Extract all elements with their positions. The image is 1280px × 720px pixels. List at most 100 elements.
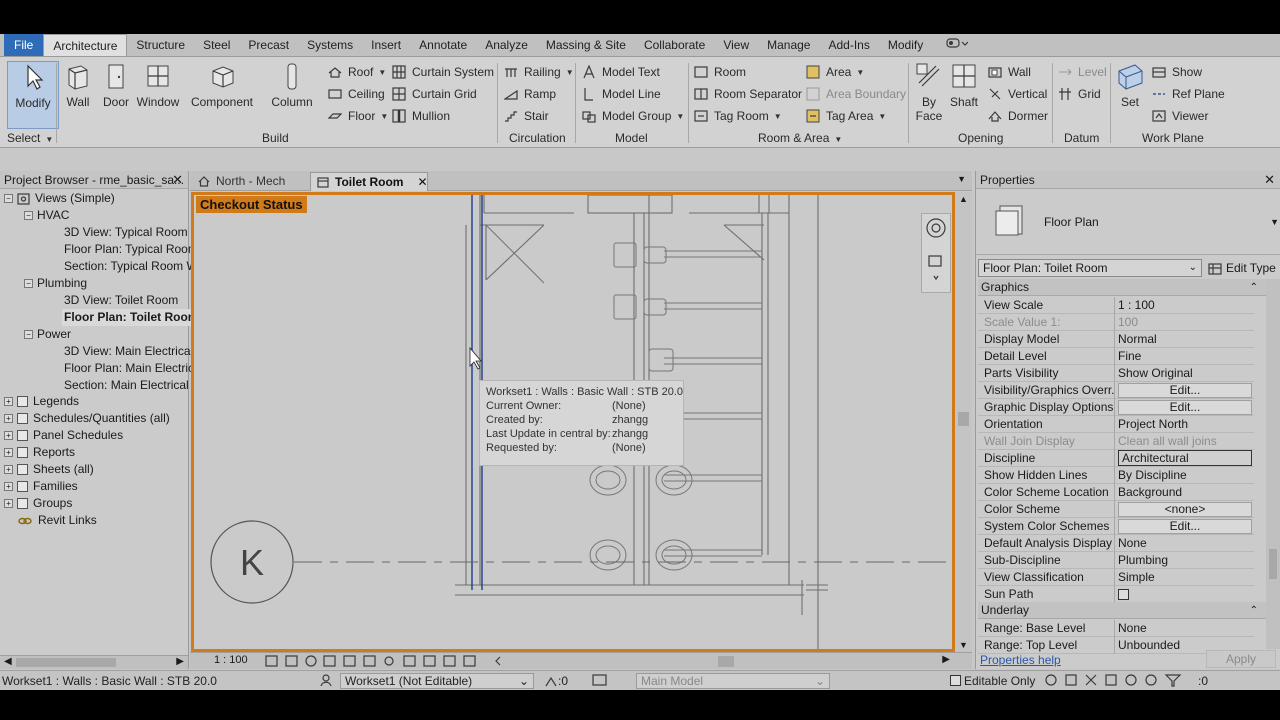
underlay-section-header[interactable]: Underlay ⌃	[978, 602, 1266, 619]
tab-architecture[interactable]: Architecture	[43, 34, 128, 56]
vertical-opening-button[interactable]: Vertical	[988, 85, 1047, 103]
apply-button[interactable]: Apply	[1206, 650, 1276, 668]
curtain-grid-button[interactable]: Curtain Grid	[392, 85, 477, 103]
railing-button[interactable]: Railing ▼	[504, 63, 574, 81]
tree-item-power[interactable]: − Power	[24, 326, 71, 343]
active-workset-dropdown[interactable]: Workset1 (Not Editable) ⌄	[340, 673, 534, 689]
type-dropdown-icon[interactable]: ▼	[1270, 217, 1279, 227]
tag-room-button[interactable]: Tag Room ▼	[694, 107, 782, 125]
collapse-section-icon[interactable]: ⌃	[1250, 602, 1258, 619]
horizontal-scrollbar[interactable]: ◀ ▶	[0, 655, 188, 669]
tree-item-3d-toilet[interactable]: 3D View: Toilet Room	[64, 292, 178, 309]
shaft-button[interactable]: Shaft	[942, 61, 986, 109]
tab-manage[interactable]: Manage	[758, 34, 819, 56]
property-value[interactable]: None	[1118, 535, 1252, 552]
collapse-section-icon[interactable]: ⌃	[1250, 279, 1258, 296]
tab-systems[interactable]: Systems	[298, 34, 362, 56]
property-row[interactable]: Parts Visibility Show Original	[978, 365, 1254, 382]
collapse-icon[interactable]: −	[4, 194, 13, 204]
tab-toilet-room[interactable]: Toilet Room ✕	[310, 172, 428, 191]
tree-item-views[interactable]: − Views (Simple)	[4, 190, 115, 207]
model-group-button[interactable]: Model Group ▼	[582, 107, 684, 125]
view-control-icons[interactable]	[264, 654, 504, 668]
property-row[interactable]: Discipline Architectural	[978, 450, 1254, 467]
tree-item-floor-typical[interactable]: Floor Plan: Typical Room	[64, 241, 198, 258]
scroll-right-icon[interactable]: ▶	[942, 654, 950, 665]
horizontal-scroll-thumb[interactable]	[718, 656, 734, 667]
scroll-thumb[interactable]	[1269, 549, 1277, 579]
select-dropdown[interactable]: Select ▼	[7, 131, 53, 145]
expand-icon[interactable]: +	[4, 499, 13, 509]
tab-collaborate[interactable]: Collaborate	[635, 34, 714, 56]
tab-modify[interactable]: Modify	[879, 34, 932, 56]
tree-item-legends[interactable]: + Legends	[4, 393, 79, 410]
column-button[interactable]: Column	[266, 61, 318, 109]
close-icon[interactable]: ✕	[417, 175, 427, 189]
tab-precast[interactable]: Precast	[239, 34, 298, 56]
ribbon-display-toggle[interactable]	[932, 34, 977, 56]
expand-icon[interactable]: +	[4, 397, 13, 407]
scroll-down-icon[interactable]: ▼	[959, 640, 968, 650]
tree-item-families[interactable]: + Families	[4, 478, 78, 495]
tree-item-section-typical[interactable]: Section: Typical Room W	[64, 258, 198, 275]
type-selector[interactable]: Floor Plan ▼	[976, 189, 1280, 255]
property-row[interactable]: Scale Value 1: 100	[978, 314, 1254, 331]
tab-add-ins[interactable]: Add-Ins	[819, 34, 878, 56]
collapse-icon[interactable]: −	[24, 211, 33, 221]
property-row[interactable]: Sun Path	[978, 586, 1254, 603]
property-edit-button[interactable]: <none>	[1118, 502, 1252, 517]
tab-annotate[interactable]: Annotate	[410, 34, 476, 56]
property-edit-button[interactable]: Edit...	[1118, 519, 1252, 534]
worksets-icon[interactable]	[320, 673, 336, 689]
property-value[interactable]: None	[1118, 620, 1252, 637]
property-row[interactable]: Color Scheme Location Background	[978, 484, 1254, 501]
tab-view[interactable]: View	[714, 34, 758, 56]
tree-item-3d-electrical[interactable]: 3D View: Main Electrical	[64, 343, 193, 360]
property-value[interactable]: Simple	[1118, 569, 1252, 586]
tree-item-floor-electrical[interactable]: Floor Plan: Main Electrica	[64, 360, 201, 377]
tree-item-section-electrical[interactable]: Section: Main Electrical D	[64, 377, 201, 394]
tree-item-reports[interactable]: + Reports	[4, 444, 75, 461]
close-icon[interactable]: ✕	[1264, 171, 1275, 188]
editable-only-toggle[interactable]: Editable Only	[950, 673, 1035, 689]
floor-button[interactable]: Floor ▼	[328, 107, 388, 125]
tab-steel[interactable]: Steel	[194, 34, 239, 56]
tree-item-revit-links[interactable]: Revit Links	[18, 512, 97, 529]
expand-icon[interactable]: +	[4, 448, 13, 458]
design-option-dropdown[interactable]: Main Model ⌄	[636, 673, 830, 689]
properties-scrollbar[interactable]	[1266, 279, 1280, 649]
property-value[interactable]: 100	[1118, 314, 1252, 331]
scroll-up-icon[interactable]: ▲	[959, 194, 968, 204]
scroll-thumb[interactable]	[16, 658, 116, 667]
canvas-vertical-scrollbar[interactable]: ▲ ▼	[955, 192, 972, 652]
room-separator-button[interactable]: Room Separator	[694, 85, 802, 103]
tag-area-button[interactable]: Tag Area ▼	[806, 107, 886, 125]
property-value[interactable]: Architectural	[1118, 450, 1252, 466]
ramp-button[interactable]: Ramp	[504, 85, 556, 103]
tab-north-mech[interactable]: North - Mech	[192, 172, 310, 191]
component-button[interactable]: Component	[190, 61, 254, 109]
property-value[interactable]: Background	[1118, 484, 1252, 501]
set-workplane-button[interactable]: Set	[1106, 61, 1154, 109]
tree-item-3d-typical[interactable]: 3D View: Typical Room W	[64, 224, 202, 241]
property-value[interactable]: Project North	[1118, 416, 1252, 433]
grid-button[interactable]: Grid	[1058, 85, 1101, 103]
navigation-bar[interactable]	[921, 213, 951, 293]
close-icon[interactable]: ✕	[172, 171, 183, 188]
expand-icon[interactable]: +	[4, 482, 13, 492]
tab-analyze[interactable]: Analyze	[476, 34, 537, 56]
tree-item-panel-schedules[interactable]: + Panel Schedules	[4, 427, 123, 444]
collapse-icon[interactable]: −	[24, 330, 33, 340]
scroll-thumb[interactable]	[958, 412, 969, 426]
property-edit-button[interactable]: Edit...	[1118, 383, 1252, 398]
property-value[interactable]: By Discipline	[1118, 467, 1252, 484]
property-row[interactable]: Default Analysis Display ... None	[978, 535, 1254, 552]
tree-item-schedules[interactable]: + Schedules/Quantities (all)	[4, 410, 170, 427]
area-button[interactable]: Area ▼	[806, 63, 864, 81]
show-workplane-button[interactable]: Show	[1152, 63, 1202, 81]
scroll-left-icon[interactable]: ◀	[4, 656, 12, 667]
expand-icon[interactable]: +	[4, 465, 13, 475]
steering-wheel-icon[interactable]	[922, 214, 950, 292]
model-text-button[interactable]: Model Text	[582, 63, 660, 81]
property-row[interactable]: System Color Schemes Edit...	[978, 518, 1254, 535]
